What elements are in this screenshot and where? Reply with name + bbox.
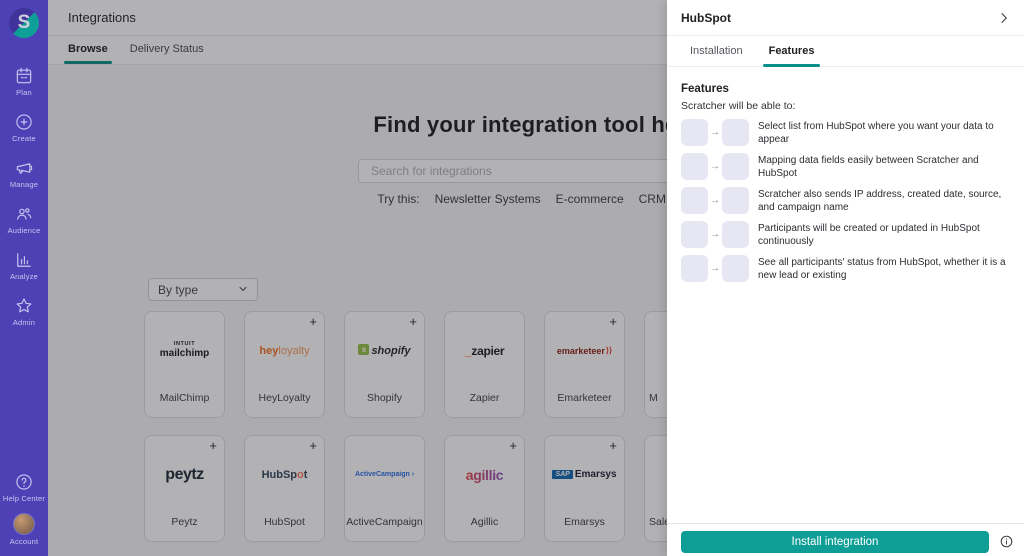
question-icon	[14, 472, 34, 492]
feature-source-icon	[681, 153, 708, 180]
feature-source-icon	[681, 119, 708, 146]
sidebar-item-label: Admin	[12, 318, 36, 327]
feature-text: Mapping data fields easily between Scrat…	[758, 154, 979, 179]
sidebar-item-label: Audience	[7, 226, 41, 235]
sidebar-item-label: Help Center	[2, 494, 46, 503]
sidebar-item-label: Account	[9, 537, 39, 546]
feature-source-icon	[681, 255, 708, 282]
feature-target-icon	[722, 255, 749, 282]
feature-target-icon	[722, 119, 749, 146]
sidebar-item-label: Plan	[16, 88, 32, 97]
feature-row: → See all participants' status from HubSp…	[681, 255, 1010, 282]
sidebar-item-label: Manage	[9, 180, 39, 189]
sidebar: S Plan Create Manage Audience Analyze Admin H…	[0, 0, 48, 556]
logo-letter: S	[17, 11, 31, 33]
integration-detail-panel: HubSpot Installation Features Features Sc…	[667, 0, 1024, 556]
panel-body: Features Scratcher will be able to: → Sel…	[667, 67, 1024, 523]
arrow-right-icon: →	[710, 229, 720, 240]
panel-header: HubSpot	[667, 0, 1024, 36]
sidebar-item-help-center[interactable]: Help Center	[3, 472, 45, 503]
feature-target-icon	[722, 153, 749, 180]
chevron-right-icon[interactable]	[996, 10, 1012, 26]
sidebar-item-create[interactable]: Create	[12, 112, 36, 143]
feature-target-icon	[722, 187, 749, 214]
calendar-icon	[14, 66, 34, 86]
sidebar-item-label: Analyze	[9, 272, 39, 281]
feature-text: Scratcher also sends IP address, created…	[758, 188, 1002, 213]
panel-title: HubSpot	[681, 10, 731, 25]
scratcher-logo: S	[9, 8, 39, 38]
panel-tabbar: Installation Features	[667, 45, 1024, 67]
feature-text: Participants will be created or updated …	[758, 222, 980, 247]
sidebar-item-label: Create	[12, 134, 36, 143]
feature-row: → Select list from HubSpot where you want…	[681, 119, 1010, 146]
star-icon	[14, 296, 34, 316]
sidebar-item-admin[interactable]: Admin	[13, 296, 35, 327]
feature-source-icon	[681, 221, 708, 248]
sidebar-item-manage[interactable]: Manage	[10, 158, 38, 189]
feature-target-icon	[722, 221, 749, 248]
feature-row: → Participants will be created or updated…	[681, 221, 1010, 248]
sidebar-item-analyze[interactable]: Analyze	[10, 250, 38, 281]
install-integration-button[interactable]: Install integration	[681, 531, 989, 553]
feature-source-icon	[681, 187, 708, 214]
sidebar-item-plan[interactable]: Plan	[14, 66, 34, 97]
avatar	[13, 513, 35, 535]
sidebar-item-account[interactable]: Account	[10, 513, 39, 546]
feature-text: See all participants' status from HubSpo…	[758, 256, 1006, 281]
sidebar-item-audience[interactable]: Audience	[8, 204, 41, 235]
panel-tab-features[interactable]: Features	[762, 45, 821, 67]
panel-tab-installation[interactable]: Installation	[690, 45, 743, 66]
arrow-right-icon: →	[710, 161, 720, 172]
panel-footer: Install integration	[667, 523, 1024, 556]
feature-row: → Mapping data fields easily between Scra…	[681, 153, 1010, 180]
info-circle-icon[interactable]	[999, 534, 1014, 549]
features-subtitle: Scratcher will be able to:	[681, 100, 796, 112]
arrow-right-icon: →	[710, 195, 720, 206]
plus-circle-icon	[14, 112, 34, 132]
features-list: → Select list from HubSpot where you want…	[681, 119, 1010, 282]
feature-row: → Scratcher also sends IP address, create…	[681, 187, 1010, 214]
bar-chart-icon	[14, 250, 34, 270]
arrow-right-icon: →	[710, 127, 720, 138]
features-heading: Features	[681, 83, 729, 95]
arrow-right-icon: →	[710, 263, 720, 274]
users-icon	[14, 204, 34, 224]
sidebar-nav: Plan Create Manage Audience Analyze Admin	[8, 66, 41, 327]
megaphone-icon	[14, 158, 34, 178]
feature-text: Select list from HubSpot where you want …	[758, 120, 994, 145]
